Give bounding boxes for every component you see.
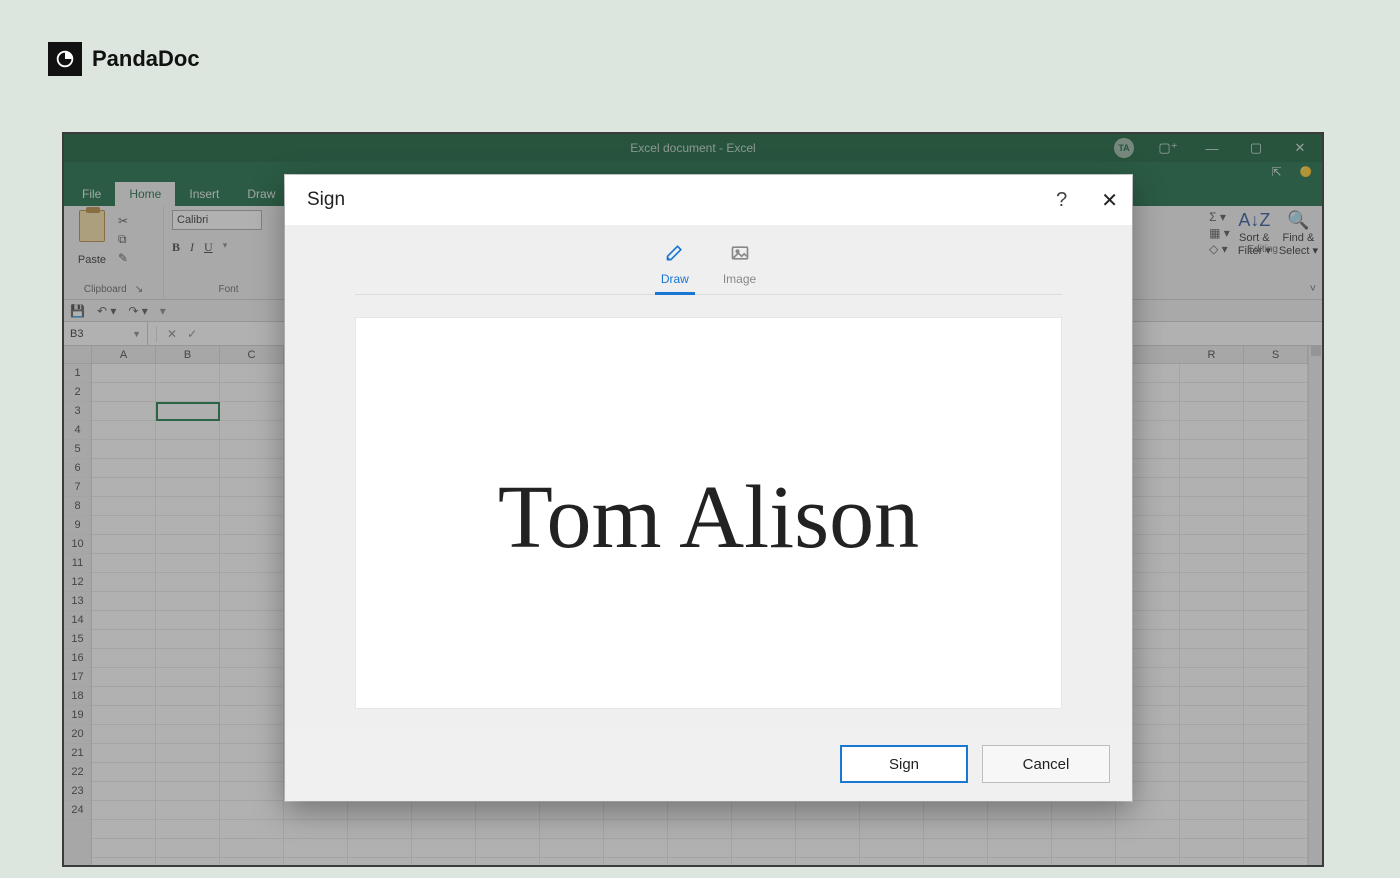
name-box[interactable]: B3 ▼	[64, 322, 148, 345]
image-icon	[730, 243, 750, 268]
cancel-button[interactable]: Cancel	[982, 745, 1110, 783]
sort-filter-icon: A↓Z	[1238, 210, 1270, 231]
row-header[interactable]: 15	[64, 630, 91, 649]
row-header[interactable]: 2	[64, 383, 91, 402]
ribbon-display-button[interactable]: ▢⁺	[1146, 134, 1190, 162]
select-all-corner[interactable]	[64, 346, 91, 364]
row-header[interactable]: 11	[64, 554, 91, 573]
pen-icon	[665, 243, 685, 268]
sign-dialog: Sign ? ✕ Draw	[285, 175, 1132, 801]
row-header[interactable]: 23	[64, 782, 91, 801]
dialog-body: Draw Image Tom Alison	[285, 225, 1132, 729]
row-header[interactable]: 16	[64, 649, 91, 668]
dialog-title: Sign	[307, 189, 345, 211]
row-header[interactable]: 22	[64, 763, 91, 782]
clipboard-icon	[79, 210, 105, 242]
scrollbar-thumb[interactable]	[1311, 346, 1321, 356]
pandadoc-brand: PandaDoc	[48, 42, 200, 76]
row-header[interactable]: 5	[64, 440, 91, 459]
name-box-dropdown-icon[interactable]: ▼	[132, 329, 141, 339]
row-header[interactable]: 7	[64, 478, 91, 497]
format-painter-icon[interactable]: ✎	[118, 251, 128, 265]
redo-icon[interactable]: ↷ ▾	[128, 304, 147, 318]
row-header[interactable]: 17	[64, 668, 91, 687]
qat-customize-icon[interactable]: ▾	[160, 304, 166, 318]
row-header[interactable]: 21	[64, 744, 91, 763]
pandadoc-brand-name: PandaDoc	[92, 46, 200, 72]
font-name-combo[interactable]: Calibri	[172, 210, 262, 230]
minimize-button[interactable]: —	[1190, 134, 1234, 162]
close-window-button[interactable]: ✕	[1278, 134, 1322, 162]
maximize-button[interactable]: ▢	[1234, 134, 1278, 162]
vertical-scrollbar[interactable]	[1308, 346, 1322, 865]
tab-draw[interactable]: Draw	[659, 241, 691, 288]
italic-button[interactable]: I	[190, 240, 194, 255]
clipboard-launcher-icon[interactable]: ↘	[135, 284, 143, 295]
row-header[interactable]: 4	[64, 421, 91, 440]
find-icon: 🔍	[1287, 210, 1309, 231]
share-icon[interactable]: ⇱	[1271, 165, 1281, 179]
row-header[interactable]: 20	[64, 725, 91, 744]
save-icon[interactable]: 💾	[70, 304, 85, 318]
tab-insert[interactable]: Insert	[175, 182, 233, 206]
user-avatar[interactable]: TA	[1102, 134, 1146, 162]
underline-button[interactable]: U	[204, 240, 213, 255]
underline-more-icon[interactable]: ▾	[223, 240, 228, 255]
bold-button[interactable]: B	[172, 240, 180, 255]
clear-icon[interactable]: ◇ ▾	[1209, 242, 1230, 256]
find-select-button[interactable]: 🔍 Find & Select ▾	[1279, 210, 1318, 257]
document-title: Excel document - Excel	[630, 141, 755, 155]
autosum-icon[interactable]: Σ ▾	[1209, 210, 1230, 224]
tab-image[interactable]: Image	[721, 241, 758, 288]
dialog-header: Sign ? ✕	[285, 175, 1132, 225]
row-header[interactable]: 14	[64, 611, 91, 630]
enter-formula-icon[interactable]: ✓	[187, 327, 197, 341]
row-header[interactable]: 12	[64, 573, 91, 592]
paste-button[interactable]: Paste	[72, 210, 112, 266]
dialog-footer: Sign Cancel	[285, 729, 1132, 801]
signature-text: Tom Alison	[498, 466, 919, 569]
sign-method-tabs: Draw Image	[355, 241, 1062, 295]
row-header[interactable]: 1	[64, 364, 91, 383]
column-header[interactable]: C	[220, 346, 284, 363]
undo-icon[interactable]: ↶ ▾	[97, 304, 116, 318]
row-header[interactable]: 9	[64, 516, 91, 535]
collapse-ribbon-icon[interactable]: ˅	[1310, 283, 1316, 295]
row-header[interactable]: 24	[64, 801, 91, 820]
column-header[interactable]: R	[1180, 346, 1244, 363]
copy-icon[interactable]: ⧉	[118, 232, 128, 247]
row-header[interactable]: 13	[64, 592, 91, 611]
help-icon[interactable]: ?	[1056, 189, 1067, 212]
column-header[interactable]: B	[156, 346, 220, 363]
row-header[interactable]: 10	[64, 535, 91, 554]
row-header[interactable]: 18	[64, 687, 91, 706]
row-header[interactable]: 19	[64, 706, 91, 725]
tab-draw[interactable]: Draw	[233, 182, 289, 206]
column-header[interactable]: A	[92, 346, 156, 363]
pandadoc-logo-icon	[48, 42, 82, 76]
row-headers: 123456789101112131415161718192021222324	[64, 346, 92, 865]
column-header[interactable]: S	[1244, 346, 1308, 363]
row-header[interactable]: 6	[64, 459, 91, 478]
tab-file[interactable]: File	[68, 182, 115, 206]
row-header[interactable]: 8	[64, 497, 91, 516]
window-titlebar: Excel document - Excel TA ▢⁺ — ▢ ✕	[64, 134, 1322, 162]
cut-icon[interactable]: ✂	[118, 214, 128, 228]
row-header[interactable]: 3	[64, 402, 91, 421]
comments-icon[interactable]: 🟡	[1300, 167, 1312, 178]
fill-icon[interactable]: ▦ ▾	[1209, 226, 1230, 240]
cancel-formula-icon[interactable]: ✕	[167, 327, 177, 341]
tab-home[interactable]: Home	[115, 182, 175, 206]
sign-button[interactable]: Sign	[840, 745, 968, 783]
selected-cell-b3[interactable]	[156, 402, 220, 421]
close-dialog-icon[interactable]: ✕	[1101, 188, 1118, 213]
signature-canvas[interactable]: Tom Alison	[355, 317, 1062, 709]
